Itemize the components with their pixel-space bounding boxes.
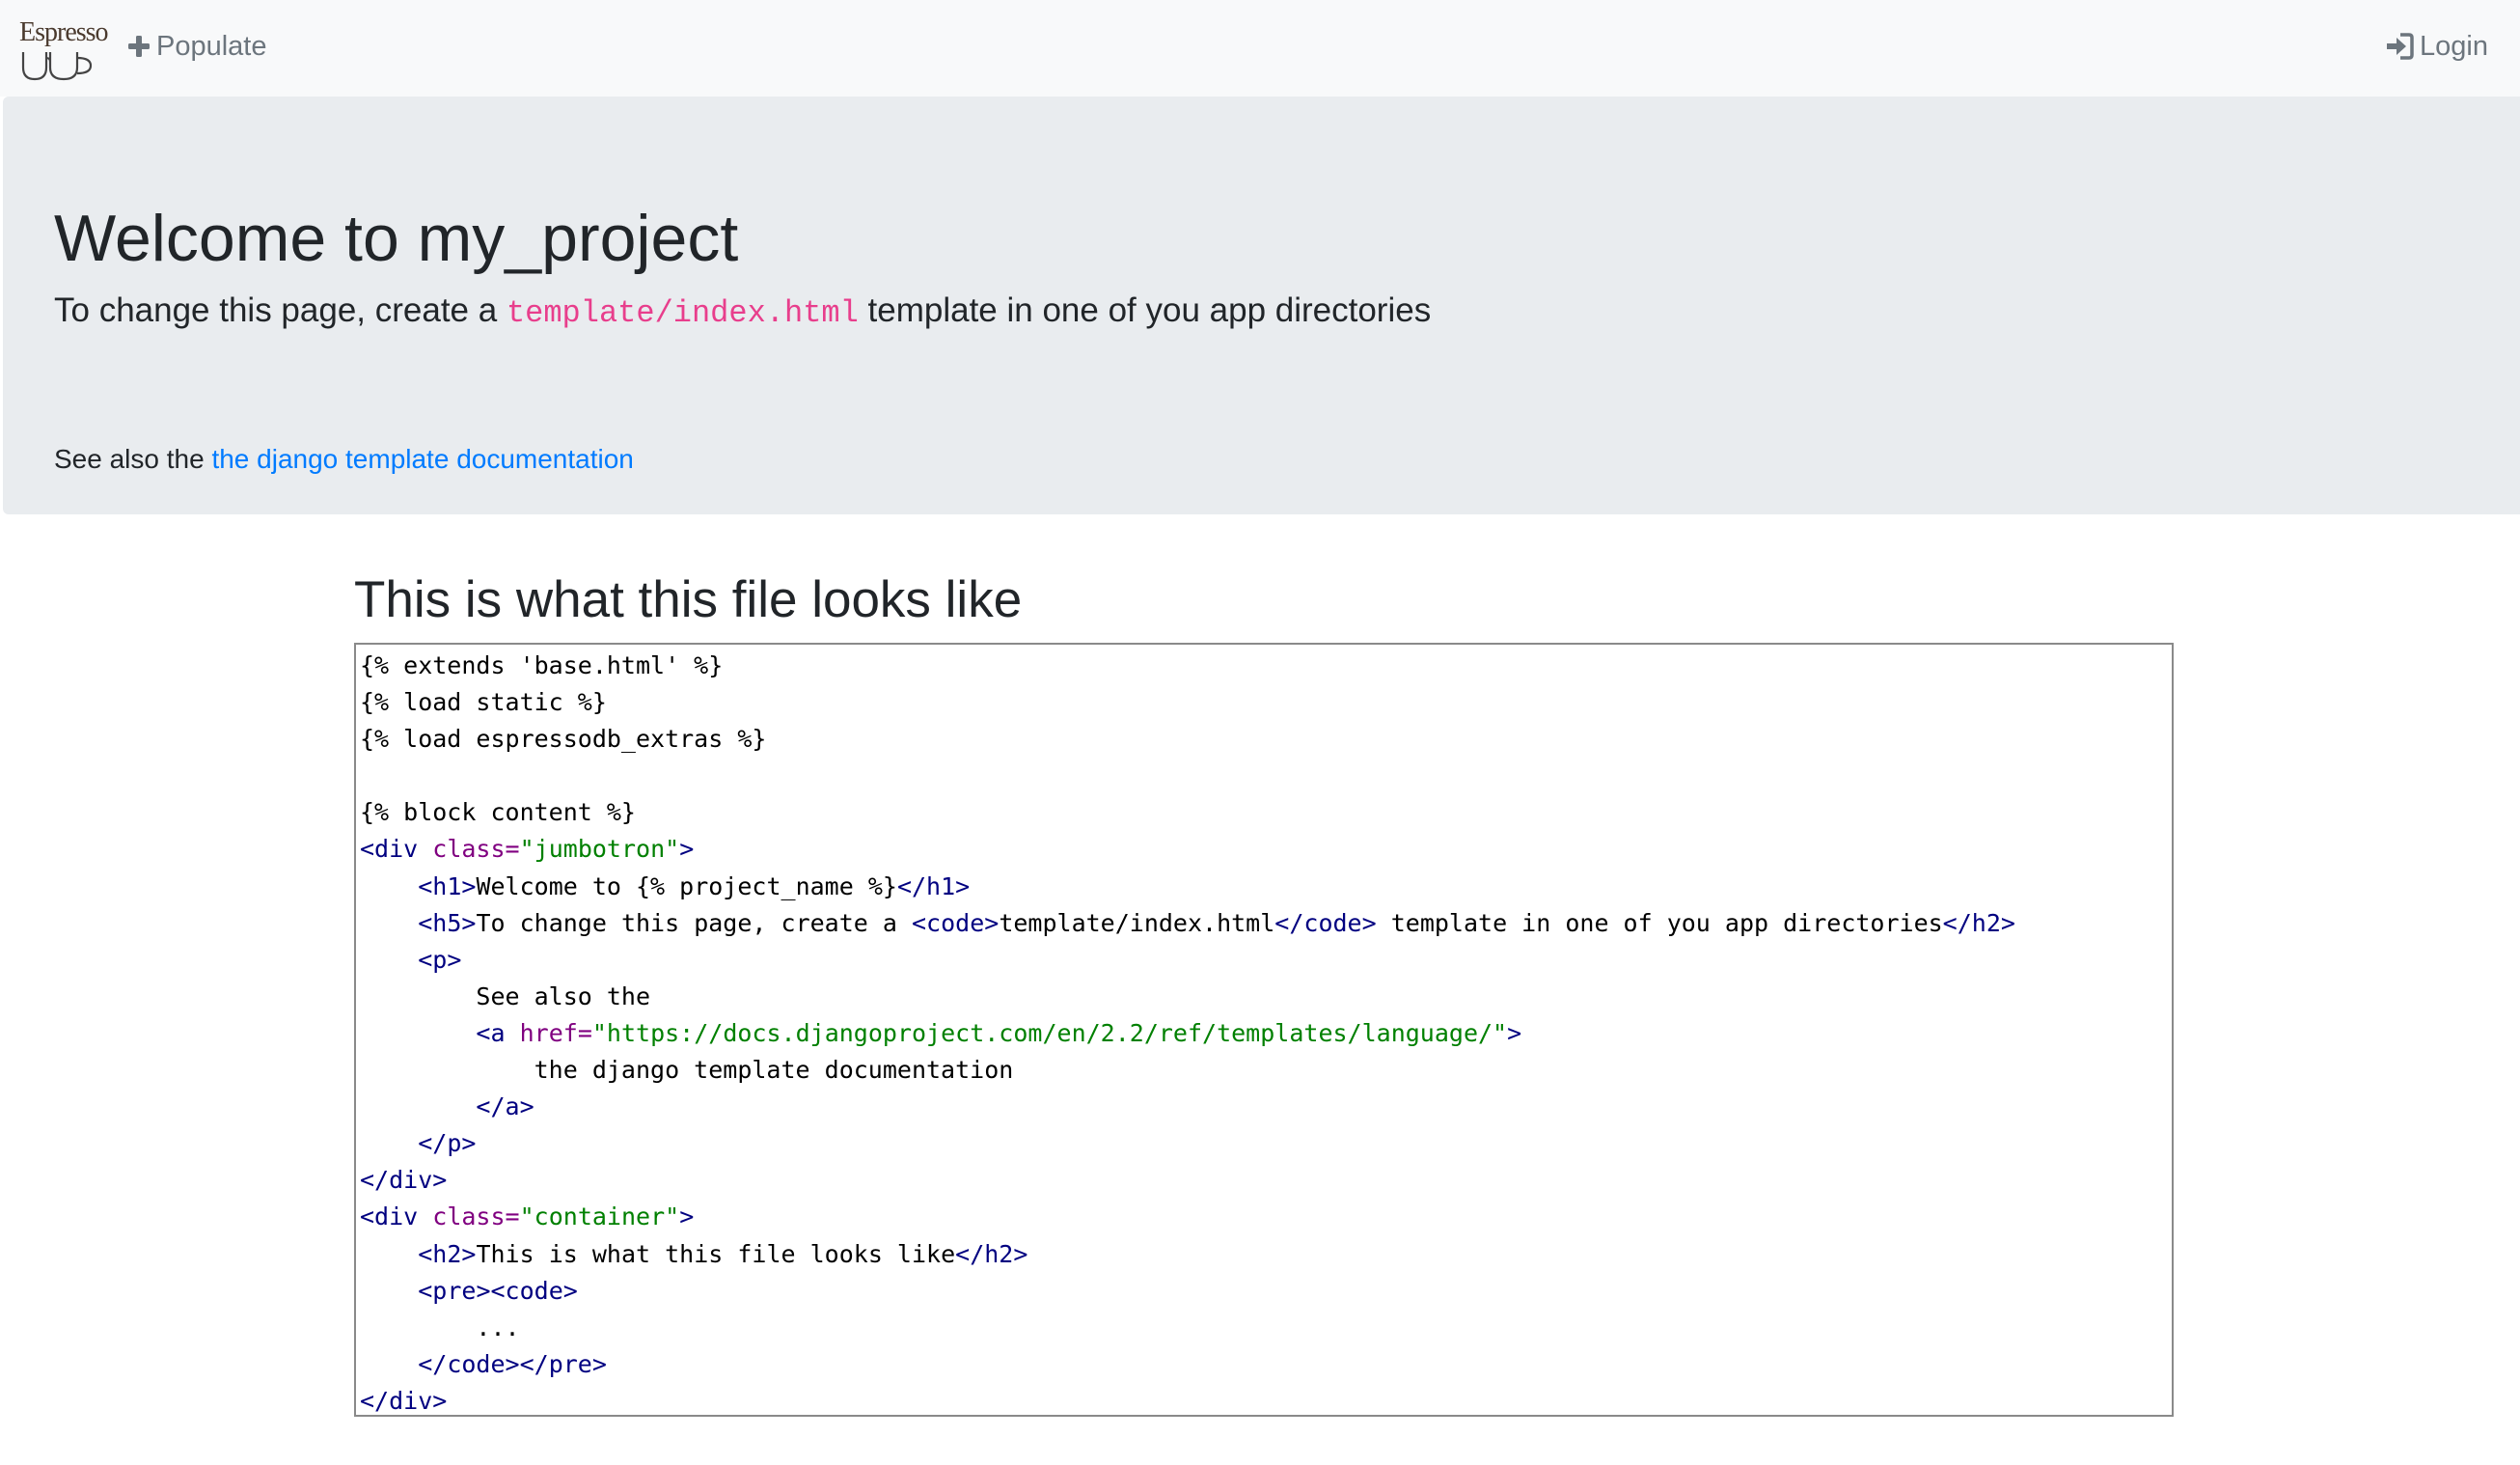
django-docs-link[interactable]: the django template documentation (211, 444, 633, 474)
sign-in-icon (2387, 33, 2414, 60)
subtitle-text-after: template in one of you app directories (858, 291, 1432, 329)
populate-nav-link[interactable]: Populate (127, 27, 267, 66)
template-path-code: template/index.html (506, 295, 859, 331)
brand-text: Espresso (19, 17, 109, 47)
populate-label: Populate (156, 31, 267, 62)
see-also-text: See also the (54, 444, 212, 474)
brand-logo[interactable]: Espresso (19, 19, 109, 81)
jumbotron: Welcome to my_project To change this pag… (3, 97, 2520, 514)
plus-icon (128, 36, 150, 57)
jumbotron-subtitle: To change this page, create a template/i… (54, 288, 1431, 337)
espresso-cups-icon (21, 52, 93, 81)
login-nav-link[interactable]: Login (2385, 27, 2488, 66)
navbar: Espresso Populate Login (0, 0, 2520, 97)
code-listing: {% extends 'base.html' %} {% load static… (356, 645, 2172, 1415)
template-source-code: {% extends 'base.html' %} {% load static… (360, 651, 2015, 1415)
jumbotron-paragraph: See also the the django template documen… (54, 440, 634, 479)
login-label: Login (2420, 31, 2488, 62)
section-title: This is what this file looks like (354, 571, 1023, 628)
subtitle-text-before: To change this page, create a (54, 291, 507, 329)
page-title: Welcome to my_project (54, 202, 739, 275)
code-block: {% extends 'base.html' %} {% load static… (354, 643, 2174, 1417)
